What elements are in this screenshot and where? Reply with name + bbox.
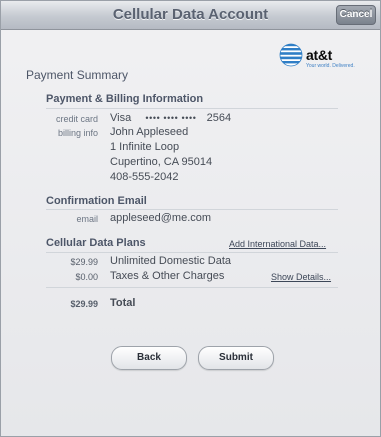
back-button[interactable]: Back	[111, 346, 187, 370]
divider	[46, 108, 338, 109]
show-details-link[interactable]: Show Details...	[271, 272, 331, 282]
email-label: email	[76, 214, 98, 224]
add-international-data-link[interactable]: Add International Data...	[229, 239, 326, 249]
billing-address-line-1: 1 Infinite Loop	[110, 141, 180, 153]
plan-amount: $0.00	[75, 272, 98, 282]
billing-name: John Appleseed	[110, 126, 189, 138]
total-label: Total	[110, 297, 136, 309]
plan-description: Unlimited Domestic Data	[110, 255, 232, 267]
card-mask: •••• •••• ••••	[145, 113, 197, 123]
submit-button[interactable]: Submit	[198, 346, 274, 370]
billing-address-line-2: Cupertino, CA 95014	[110, 156, 213, 168]
email-value: appleseed@me.com	[110, 212, 212, 224]
divider	[46, 287, 338, 288]
globe-icon	[279, 43, 303, 72]
cellular-data-account-window: Cellular Data Account Cancel at&t Your w…	[0, 0, 381, 437]
billing-info-label: billing info	[57, 128, 98, 138]
plan-description: Taxes & Other Charges	[110, 270, 225, 282]
brand-tagline: Your world. Delivered.	[306, 63, 355, 69]
payment-summary-heading: Payment Summary	[26, 68, 129, 82]
card-last4: 2564	[206, 112, 232, 124]
confirmation-section-title: Confirmation Email	[46, 195, 147, 207]
title-bar: Cellular Data Account Cancel	[1, 1, 380, 30]
att-logo: at&t Your world. Delivered.	[279, 43, 371, 73]
divider	[46, 252, 338, 253]
window-title: Cellular Data Account	[112, 6, 269, 23]
billing-section-title: Payment & Billing Information	[46, 93, 204, 105]
total-amount: $29.99	[70, 299, 98, 309]
credit-card-label: credit card	[55, 114, 98, 124]
card-type: Visa	[110, 112, 132, 124]
billing-phone: 408-555-2042	[110, 171, 179, 183]
credit-card-value: Visa •••• •••• •••• 2564	[110, 112, 231, 124]
brand-name: at&t	[306, 47, 333, 63]
divider	[46, 209, 338, 210]
plans-section-title: Cellular Data Plans	[46, 237, 146, 249]
plan-amount: $29.99	[70, 257, 98, 267]
cancel-button[interactable]: Cancel	[336, 5, 376, 25]
